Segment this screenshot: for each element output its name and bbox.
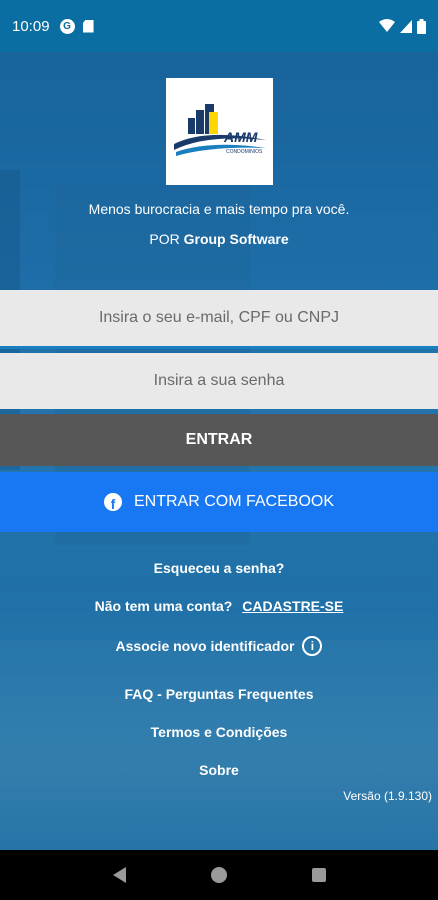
associate-identifier-link[interactable]: Associe novo identificador i (0, 636, 438, 656)
terms-link[interactable]: Termos e Condições (0, 724, 438, 740)
enter-button[interactable]: ENTRAR (0, 414, 438, 466)
forgot-password-link[interactable]: Esqueceu a senha? (0, 560, 438, 576)
navigation-bar (0, 850, 438, 900)
signup-link[interactable]: CADASTRE-SE (242, 598, 343, 614)
info-icon[interactable]: i (302, 636, 323, 656)
sd-card-icon (82, 19, 94, 33)
password-input[interactable] (0, 353, 438, 409)
faq-link[interactable]: FAQ - Perguntas Frequentes (0, 686, 438, 702)
status-right-icons (379, 18, 426, 34)
wifi-icon (379, 19, 395, 32)
status-time: 10:09 (12, 17, 50, 35)
about-link[interactable]: Sobre (0, 762, 438, 778)
signup-row: Não tem uma conta? CADASTRE-SE (0, 598, 438, 614)
version-label: Versão (1.9.130) (343, 789, 432, 803)
recent-apps-icon[interactable] (311, 868, 326, 882)
logo-graphic: AMM CONDOMINIOS (174, 104, 266, 156)
battery-icon (417, 18, 426, 34)
back-icon[interactable] (112, 867, 126, 883)
signal-icon (400, 19, 412, 33)
facebook-login-button[interactable]: f ENTRAR COM FACEBOOK (0, 472, 438, 532)
byline: POR Group Software (0, 231, 438, 247)
byline-company: Group Software (183, 231, 289, 247)
no-account-text: Não tem uma conta? (94, 598, 233, 614)
home-icon[interactable] (210, 867, 227, 883)
company-logo: AMM CONDOMINIOS (166, 78, 273, 185)
app-notification-icon: G (59, 18, 75, 34)
logo-text: AMM (223, 129, 258, 145)
email-input[interactable] (0, 290, 438, 349)
byline-prefix: POR (149, 231, 180, 247)
facebook-icon: f (103, 493, 122, 511)
tagline: Menos burocracia e mais tempo pra você. (88, 201, 350, 217)
logo-subtext: CONDOMINIOS (226, 149, 263, 155)
associate-identifier-label: Associe novo identificador (115, 638, 295, 654)
status-bar: 10:09 G (0, 0, 438, 52)
facebook-login-label: ENTRAR COM FACEBOOK (133, 493, 335, 510)
